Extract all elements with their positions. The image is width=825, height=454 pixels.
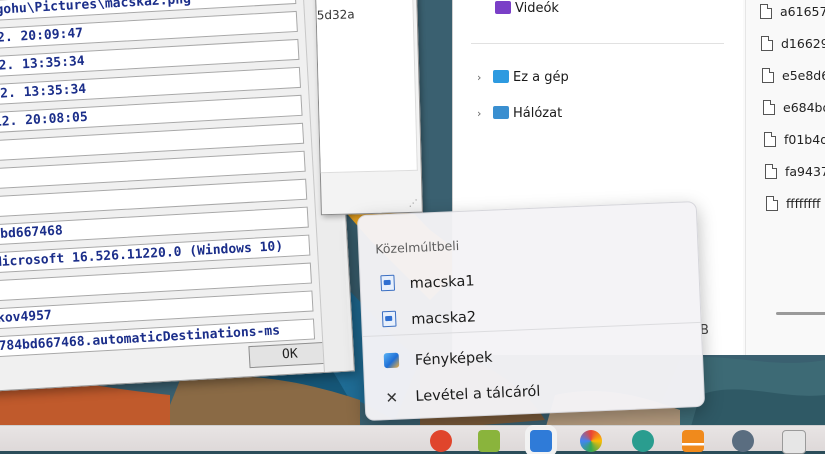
file-icon [762,68,774,83]
recent-item-macska2[interactable]: macska2 [381,307,477,329]
file-name: a61657 [780,4,825,19]
list-item[interactable]: fa9437 [765,164,825,179]
unpin-icon: ✕ [385,388,399,408]
list-item[interactable]: ffffffff [766,196,820,211]
resize-grip-icon[interactable]: ⋰ [409,199,418,209]
list-item[interactable]: e684bd [763,100,825,115]
nav-item-network[interactable]: › Hálózat [477,106,562,121]
image-file-icon [381,310,397,328]
app-teal-icon[interactable] [632,430,654,452]
horizontal-scrollbar[interactable] [776,312,825,315]
chrome-icon[interactable] [580,430,602,452]
unpin-from-taskbar[interactable]: ✕ Levétel a tálcáról [385,383,541,407]
file-name: d16629 [781,36,825,51]
image-file-icon [380,274,396,292]
videos-icon [495,1,511,14]
recent-item-label: macska1 [409,273,475,293]
taskbar-jump-list: Közelmúltbeli macska1 macska2 Fényképek … [356,200,706,422]
file-icon [760,4,772,19]
file-name: e684bd [783,100,825,115]
chevron-right-icon[interactable]: › [477,107,493,120]
recent-item-label: macska2 [410,309,477,329]
file-name: fa9437 [785,164,825,179]
notepad-icon[interactable] [782,430,806,454]
file-icon [765,164,777,179]
vlc-icon[interactable] [682,430,704,452]
network-icon [493,106,509,119]
settings-gear-icon[interactable] [732,430,754,452]
nav-divider [471,43,724,44]
taskbar [0,425,825,454]
nav-item-label: Hálózat [513,106,563,121]
background-window-content: 5d32a [316,0,418,174]
nav-item-videos[interactable]: Videók [495,1,559,16]
chevron-right-icon[interactable]: › [477,71,493,84]
file-list: a61657 d16629 e5e8d6 e684bd f01b4d fa943… [745,0,825,355]
file-name: ffffffff [786,196,821,211]
file-name: e5e8d6 [782,68,825,83]
nav-item-label: Videók [515,1,559,16]
file-name: f01b4d [784,132,825,147]
photos-app-icon [383,352,400,369]
open-photos-app[interactable]: Fényképek [383,349,493,371]
photos-taskbar-icon[interactable] [530,430,552,452]
file-icon [766,196,778,211]
list-item[interactable]: d16629 [761,36,825,51]
file-icon [764,132,776,147]
nav-item-label: Ez a gép [513,70,569,85]
list-item[interactable]: a61657 [760,4,825,19]
app-label: Fényképek [414,349,493,369]
recent-item-macska1[interactable]: macska1 [380,271,475,293]
app-red-icon[interactable] [430,430,452,452]
ok-button[interactable]: OK [248,341,332,369]
list-item[interactable]: e5e8d6 [762,68,825,83]
background-window[interactable]: 5d32a ⋰ [315,0,423,216]
nav-item-this-pc[interactable]: › Ez a gép [477,70,569,85]
recent-section-header: Közelmúltbeli [374,237,460,257]
list-item[interactable]: f01b4d [764,132,825,147]
file-icon [761,36,773,51]
this-pc-icon [493,70,509,83]
background-window-text: 5d32a [316,7,355,23]
app-green-icon[interactable] [478,430,500,452]
unpin-label: Levétel a tálcáról [415,383,541,405]
properties-dialog: \gorgohu\Pictures\macska2.png 4. 12. 20:… [0,0,355,393]
file-icon [763,100,775,115]
